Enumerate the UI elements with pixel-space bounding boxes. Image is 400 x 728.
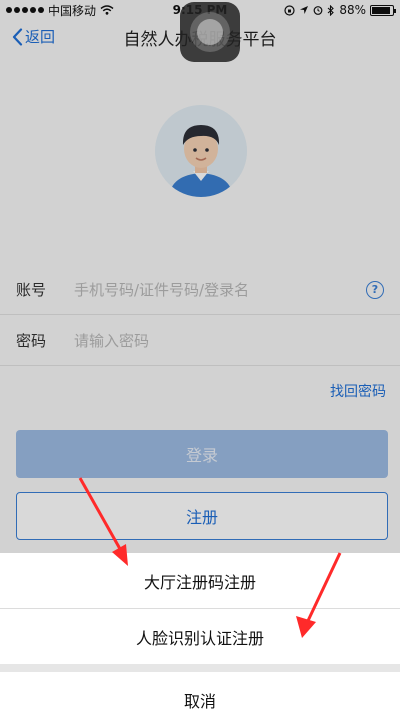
- face-recognition-register-option[interactable]: 人脸识别认证注册: [0, 609, 400, 664]
- action-sheet: 大厅注册码注册 人脸识别认证注册 取消: [0, 553, 400, 728]
- sheet-gap: [0, 664, 400, 672]
- app-screen: 中国移动 9:15 PM 88%: [0, 0, 400, 728]
- hall-code-register-option[interactable]: 大厅注册码注册: [0, 553, 400, 608]
- cancel-option[interactable]: 取消: [0, 672, 400, 728]
